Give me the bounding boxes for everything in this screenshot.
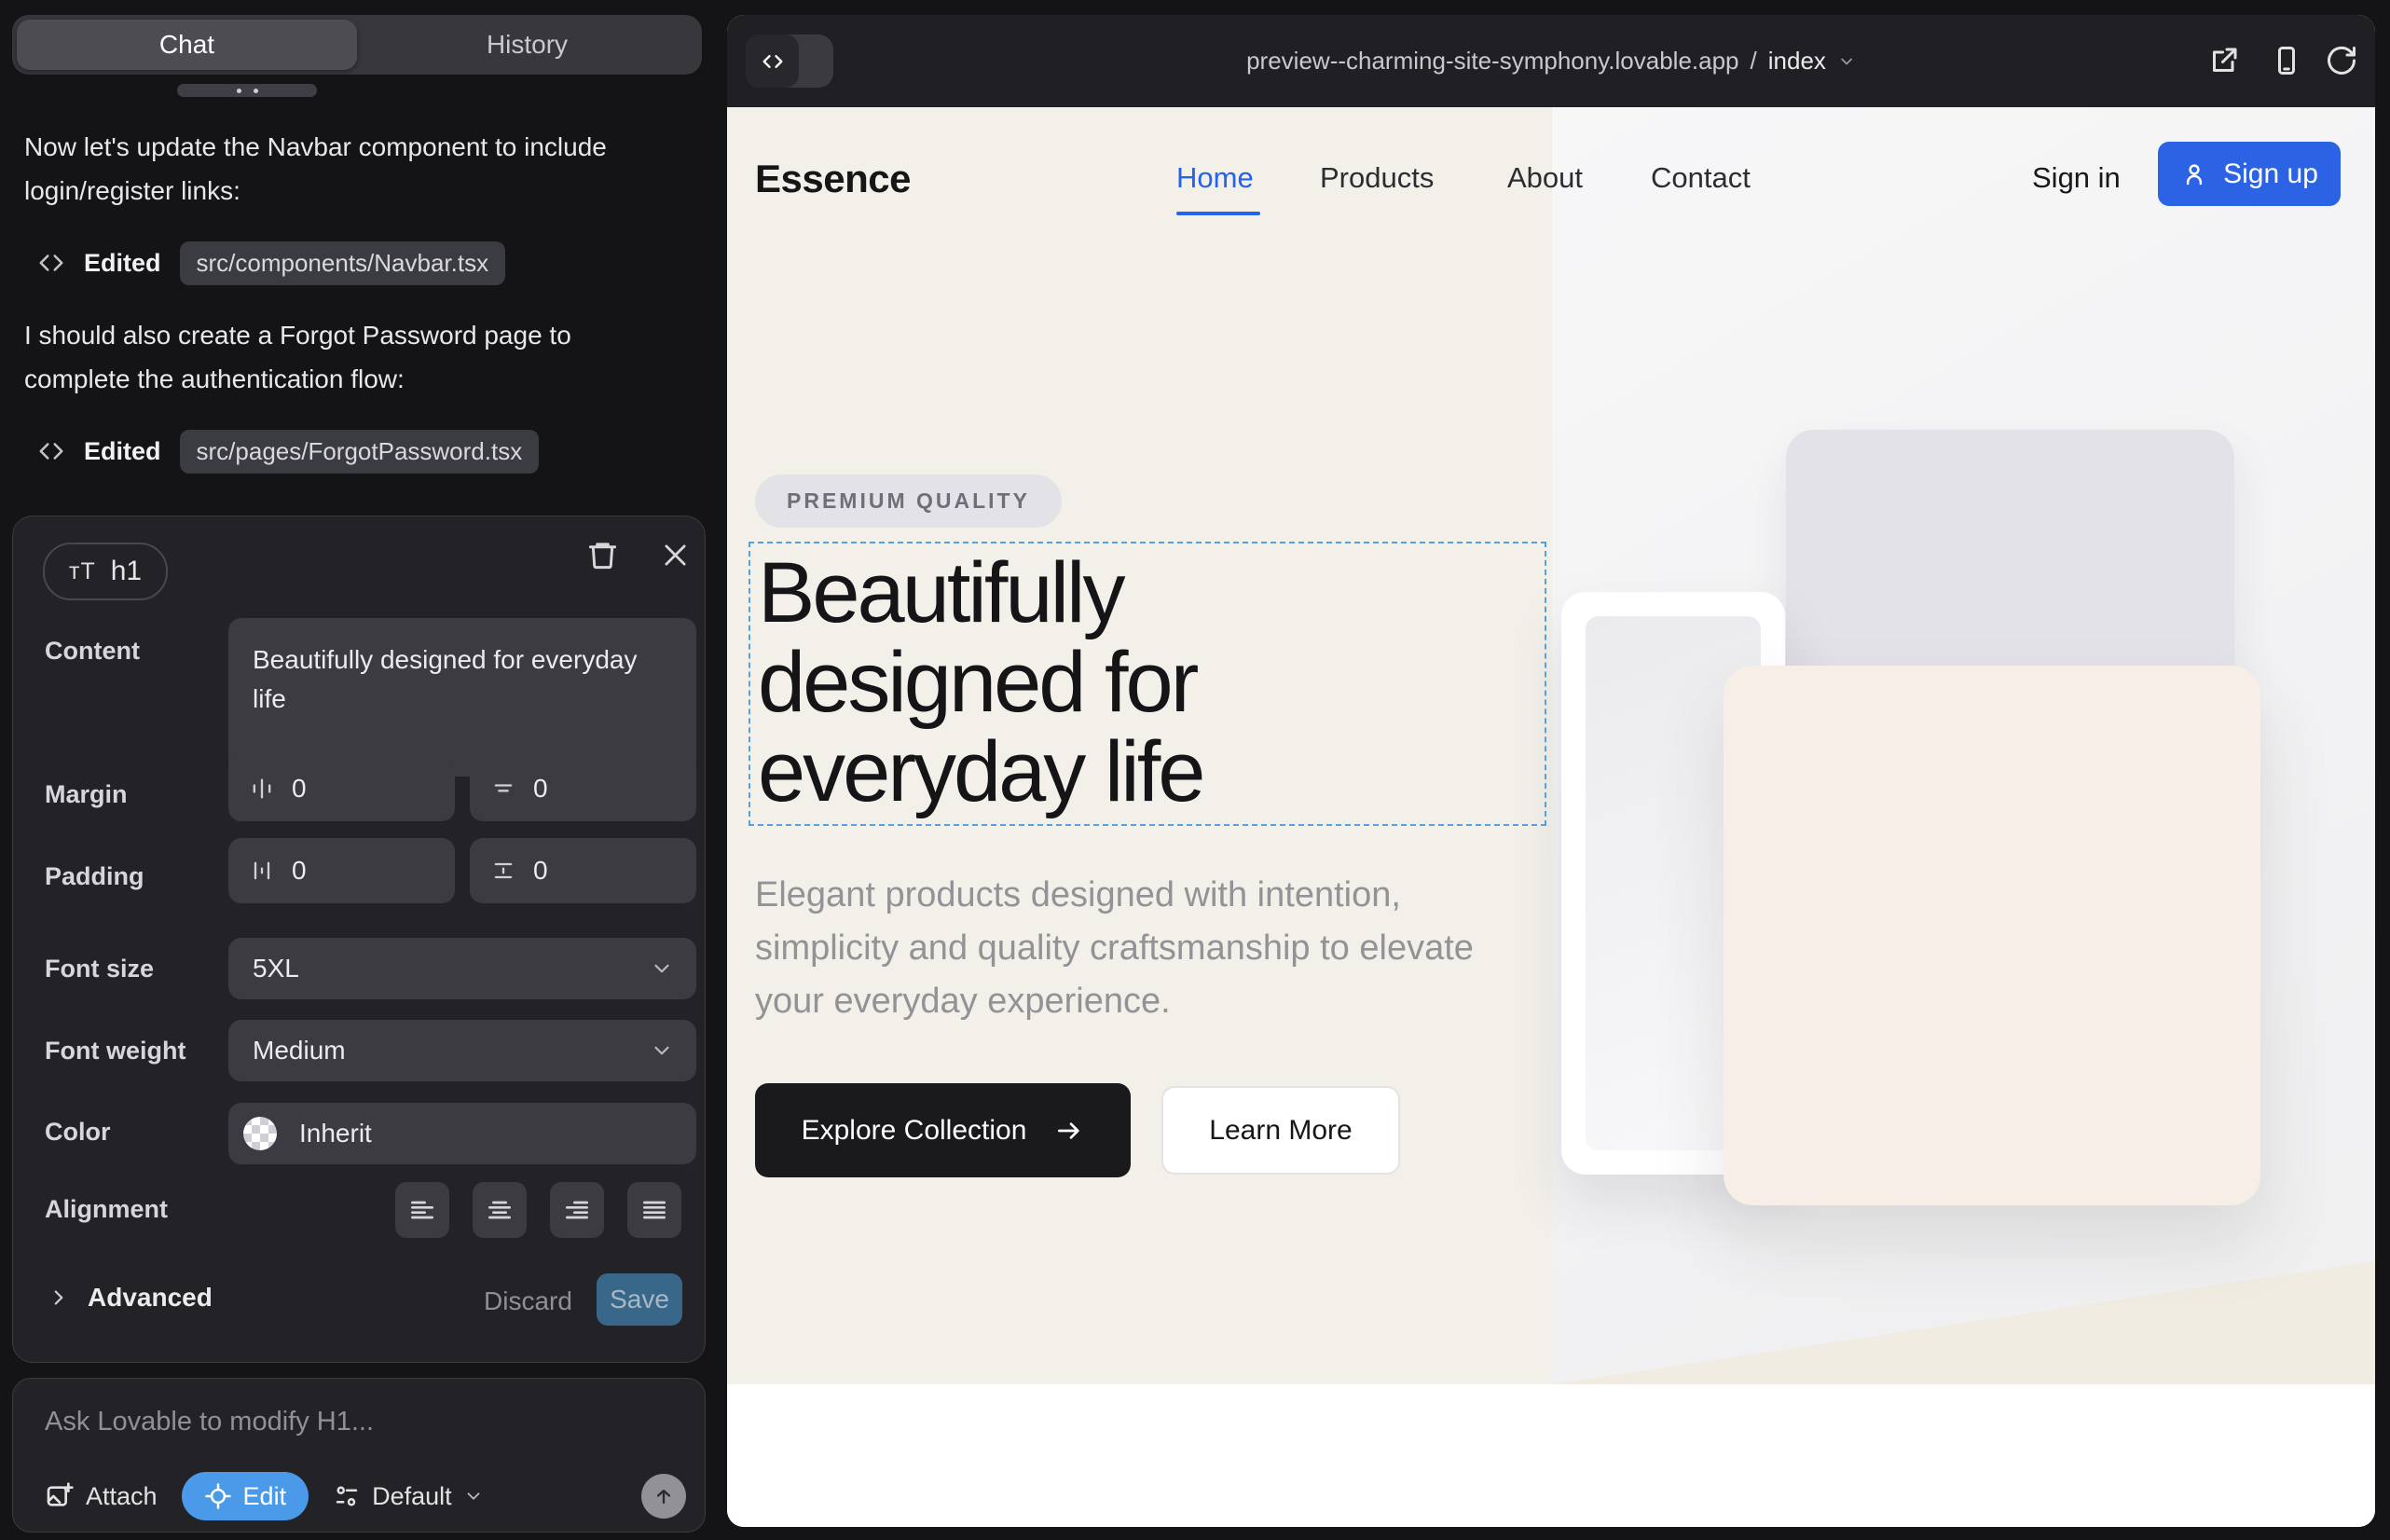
attach-button[interactable]: Attach xyxy=(45,1481,158,1511)
app-window: Chat History Now let's update the Navbar… xyxy=(0,0,2390,1540)
edit-action-label: Edited xyxy=(84,437,161,466)
chat-message: Now let's update the Navbar component to… xyxy=(24,125,682,213)
alignment-label: Alignment xyxy=(45,1195,168,1224)
chevron-down-icon xyxy=(1837,52,1856,71)
nav-home[interactable]: Home xyxy=(1176,161,1254,195)
align-left-icon xyxy=(407,1195,437,1225)
font-size-select[interactable]: 5XL xyxy=(228,938,696,999)
padding-y-input[interactable]: 0 xyxy=(470,838,696,903)
explore-collection-button[interactable]: Explore Collection xyxy=(755,1083,1131,1177)
align-justify-button[interactable] xyxy=(627,1182,681,1238)
align-right-button[interactable] xyxy=(550,1182,604,1238)
chat-message: I should also create a Forgot Password p… xyxy=(24,313,682,401)
color-label: Color xyxy=(45,1118,111,1147)
edit-action-label: Edited xyxy=(84,249,161,278)
element-tag: h1 xyxy=(111,556,142,587)
padding-label: Padding xyxy=(45,862,144,891)
sliders-icon xyxy=(333,1482,361,1510)
edited-file-row: Edited src/components/Navbar.tsx xyxy=(37,241,505,285)
browser-chrome: preview--charming-site-symphony.lovable.… xyxy=(727,15,2375,107)
preview-url: preview--charming-site-symphony.lovable.… xyxy=(1246,47,1738,76)
margin-label: Margin xyxy=(45,780,128,809)
code-icon xyxy=(37,437,65,465)
hero-heading[interactable]: Beautifully designed for everyday life xyxy=(758,548,1202,817)
align-center-icon xyxy=(485,1195,515,1225)
edited-file-row: Edited src/pages/ForgotPassword.tsx xyxy=(37,429,539,474)
edit-mode-chip[interactable]: Edit xyxy=(182,1472,309,1520)
sign-up-button[interactable]: Sign up xyxy=(2158,142,2341,206)
close-icon[interactable] xyxy=(660,540,691,571)
nav-active-underline xyxy=(1176,212,1260,215)
refresh-icon[interactable] xyxy=(2325,44,2358,77)
target-icon xyxy=(204,1482,232,1510)
user-icon xyxy=(2180,160,2208,188)
site-logo[interactable]: Essence xyxy=(755,157,911,201)
preview-page: index xyxy=(1768,47,1826,76)
chevron-right-icon xyxy=(47,1286,71,1310)
font-size-label: Font size xyxy=(45,955,154,983)
learn-more-button[interactable]: Learn More xyxy=(1161,1086,1400,1175)
align-left-button[interactable] xyxy=(395,1182,449,1238)
margin-y-input[interactable]: 0 xyxy=(470,756,696,821)
tab-chat[interactable]: Chat xyxy=(17,20,357,70)
tab-history[interactable]: History xyxy=(357,20,697,70)
margin-x-input[interactable]: 0 xyxy=(228,756,455,821)
arrow-right-icon xyxy=(1054,1116,1084,1146)
preview-pane: preview--charming-site-symphony.lovable.… xyxy=(727,15,2375,1527)
open-external-icon[interactable] xyxy=(2207,44,2241,77)
nav-contact[interactable]: Contact xyxy=(1651,161,1751,195)
element-editor-panel: тT h1 Content Beautifully designed for e… xyxy=(12,516,706,1363)
typography-icon: тT xyxy=(69,558,96,585)
premium-badge: PREMIUM QUALITY xyxy=(755,474,1062,528)
save-button[interactable]: Save xyxy=(597,1273,682,1326)
file-pill[interactable]: src/pages/ForgotPassword.tsx xyxy=(180,430,540,474)
color-swatch-icon xyxy=(243,1117,277,1150)
chevron-down-icon xyxy=(463,1486,484,1506)
chat-composer: Ask Lovable to modify H1... Attach Edit xyxy=(12,1378,706,1533)
align-right-icon xyxy=(562,1195,592,1225)
site-content: Essence Home Products About Contact Sign… xyxy=(727,107,2375,1527)
font-weight-label: Font weight xyxy=(45,1037,185,1066)
trash-icon[interactable] xyxy=(586,539,619,571)
align-center-button[interactable] xyxy=(473,1182,527,1238)
file-pill[interactable]: src/components/Navbar.tsx xyxy=(180,241,506,285)
address-bar[interactable]: preview--charming-site-symphony.lovable.… xyxy=(1246,15,1856,107)
hero-paragraph: Elegant products designed with intention… xyxy=(755,869,1510,1028)
padding-x-input[interactable]: 0 xyxy=(228,838,455,903)
code-icon xyxy=(37,249,65,277)
chevron-down-icon xyxy=(650,1038,674,1063)
content-input[interactable]: Beautifully designed for everyday life xyxy=(228,618,696,777)
decor-card-cream xyxy=(1724,666,2260,1205)
composer-toolbar: Attach Edit Default xyxy=(45,1470,686,1522)
composer-input[interactable]: Ask Lovable to modify H1... xyxy=(45,1407,374,1437)
selected-element-pill: тT h1 xyxy=(43,543,168,600)
sign-in-link[interactable]: Sign in xyxy=(2032,161,2121,195)
margin-x-icon xyxy=(249,776,275,802)
mobile-view-icon[interactable] xyxy=(2270,44,2303,77)
mode-select[interactable]: Default xyxy=(333,1482,484,1511)
image-plus-icon xyxy=(45,1481,75,1511)
discard-button[interactable]: Discard xyxy=(484,1286,572,1316)
arrow-up-icon xyxy=(651,1483,677,1509)
nav-about[interactable]: About xyxy=(1507,161,1583,195)
clipped-pill xyxy=(177,84,317,97)
padding-x-icon xyxy=(249,858,275,884)
nav-products[interactable]: Products xyxy=(1320,161,1434,195)
font-weight-select[interactable]: Medium xyxy=(228,1020,696,1081)
align-justify-icon xyxy=(639,1195,669,1225)
content-label: Content xyxy=(45,637,140,666)
send-button[interactable] xyxy=(641,1474,686,1519)
advanced-toggle[interactable]: Advanced xyxy=(47,1283,213,1313)
code-icon xyxy=(746,34,799,88)
padding-y-icon xyxy=(490,858,516,884)
code-view-toggle[interactable] xyxy=(746,34,833,88)
chevron-down-icon xyxy=(650,956,674,981)
color-select[interactable]: Inherit xyxy=(228,1103,696,1164)
chat-history-tabbar: Chat History xyxy=(12,15,702,75)
margin-y-icon xyxy=(490,776,516,802)
